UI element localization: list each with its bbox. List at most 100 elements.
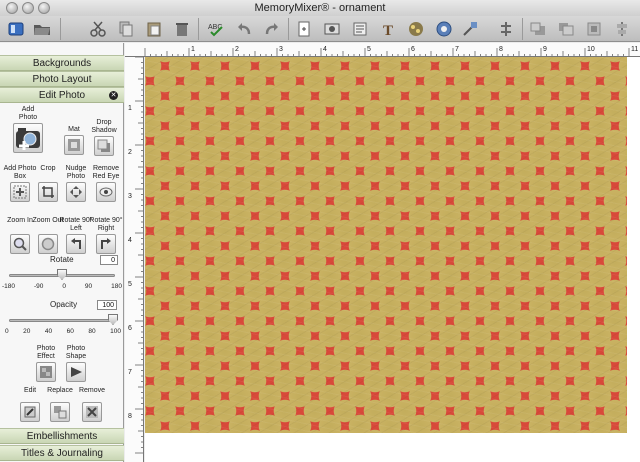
redo-icon[interactable]	[262, 19, 282, 39]
shape-icon	[66, 362, 86, 382]
tick-label: 60	[66, 328, 74, 335]
crop-icon	[38, 182, 58, 202]
add-box-icon	[10, 182, 30, 202]
tick-label: 80	[88, 328, 96, 335]
ruler-label: 4	[128, 237, 132, 244]
ruler-label: 3	[128, 193, 132, 200]
ruler-label: 7	[128, 369, 132, 376]
drop-shadow-label: Drop Shadow	[91, 119, 117, 134]
add-photo-label: Add Photo	[18, 106, 38, 121]
photo-shape-label: Photo Shape	[65, 345, 87, 360]
remove-red-eye-button[interactable]: Remove Red Eye	[88, 165, 124, 202]
close-window-button[interactable]	[6, 2, 18, 14]
tick-label: 40	[44, 328, 53, 335]
ruler-label: 5	[128, 281, 132, 288]
ruler-label: 8	[499, 46, 503, 53]
left-ruler: 1 2 3 4 5 6 7 8	[125, 57, 144, 462]
stamp-icon[interactable]	[434, 19, 454, 39]
sidebar-panel: Backgrounds Photo Layout Edit Photo ✕ Ad…	[0, 43, 124, 462]
remove-label: Remove	[78, 387, 106, 394]
zoom-in-icon	[10, 234, 30, 254]
section-photo-layout[interactable]: Photo Layout	[0, 71, 124, 87]
replace-button[interactable]: Replace	[42, 387, 78, 422]
new-page-icon[interactable]	[294, 19, 314, 39]
rotate-slider-thumb[interactable]	[57, 269, 67, 280]
ruler-label: 2	[235, 46, 239, 53]
add-photo-button[interactable]: Add Photo	[8, 106, 48, 153]
tick-label: 100	[110, 328, 121, 335]
photo-shape-button[interactable]: Photo Shape	[58, 345, 94, 382]
section-titles-journaling[interactable]: Titles & Journaling	[0, 445, 124, 461]
title-bar: MemoryMixer® - ornament	[0, 0, 640, 16]
tick-label: 0	[5, 328, 9, 335]
replace-label: Replace	[47, 387, 73, 394]
paint-icon[interactable]	[406, 19, 426, 39]
type-T-icon[interactable]: T	[378, 19, 398, 39]
ruler-label: 6	[128, 325, 132, 332]
remove-button[interactable]: Remove	[74, 387, 110, 422]
distribute-icon[interactable]	[496, 19, 516, 39]
drop-shadow-button[interactable]: Drop Shadow	[86, 119, 122, 156]
photo-icon[interactable]	[322, 19, 342, 39]
toolbar-separator	[522, 18, 523, 40]
send-back-icon[interactable]	[556, 19, 576, 39]
replace-icon	[50, 402, 70, 422]
eye-icon	[96, 182, 116, 202]
opacity-value-field[interactable]: 100	[97, 300, 117, 310]
ruler-label: 1	[191, 46, 195, 53]
section-label: Embellishments	[26, 431, 98, 442]
paper-texture	[145, 57, 627, 433]
toolbar-separator	[198, 18, 199, 40]
distribute-icon[interactable]	[612, 19, 632, 39]
section-edit-photo[interactable]: Edit Photo ✕	[0, 87, 124, 103]
rotate-left-icon	[66, 234, 86, 254]
opacity-slider-track[interactable]	[9, 319, 115, 322]
svg-text:T: T	[383, 23, 393, 37]
section-backgrounds[interactable]: Backgrounds	[0, 55, 124, 71]
close-section-icon[interactable]: ✕	[109, 91, 118, 100]
ruler-label: 7	[455, 46, 459, 53]
zoom-out-icon	[38, 234, 58, 254]
tick-label: -180	[2, 283, 16, 290]
rotate-label: Rotate	[50, 255, 74, 264]
delete-icon[interactable]	[172, 19, 192, 39]
window-title: MemoryMixer® - ornament	[254, 2, 386, 14]
polka-dot-background-paper[interactable]	[145, 57, 627, 433]
minimize-window-button[interactable]	[22, 2, 34, 14]
top-ruler: 1 2 3 4 5 6 7 8 9 10 11	[125, 43, 640, 57]
rotate-right-button[interactable]: Rotate 90° Right	[88, 217, 124, 254]
rotate-ticks: -180 -90 0 90 180	[2, 283, 122, 290]
bring-front-icon[interactable]	[528, 19, 548, 39]
drop-shadow-icon	[94, 136, 114, 156]
ruler-label: 2	[128, 149, 132, 156]
nudge-arrows-icon	[66, 182, 86, 202]
open-folder-icon[interactable]	[32, 19, 52, 39]
group-icon[interactable]	[584, 19, 604, 39]
ruler-label: 4	[323, 46, 327, 53]
opacity-slider-thumb[interactable]	[108, 314, 118, 325]
photo-effect-icon	[36, 362, 56, 382]
tick-label: 0	[62, 283, 66, 290]
toolbar-separator	[288, 18, 289, 40]
align-icon[interactable]	[460, 19, 480, 39]
remove-icon	[82, 402, 102, 422]
ruler-label: 8	[128, 413, 132, 420]
zoom-window-button[interactable]	[38, 2, 50, 14]
ruler-label: 3	[279, 46, 283, 53]
undo-icon[interactable]	[234, 19, 254, 39]
paste-icon[interactable]	[144, 19, 164, 39]
tick-label: -90	[33, 283, 44, 290]
remove-red-eye-label: Remove Red Eye	[92, 165, 120, 180]
section-label: Photo Layout	[32, 74, 92, 85]
section-embellishments[interactable]: Embellishments	[0, 428, 124, 444]
ruler-label: 6	[411, 46, 415, 53]
text-icon[interactable]	[350, 19, 370, 39]
ruler-label: 10	[587, 46, 595, 53]
rotate-right-icon	[96, 234, 116, 254]
rotate-value-field[interactable]: 0	[100, 255, 118, 265]
spellcheck-icon[interactable]: ABC	[206, 19, 226, 39]
sidebar-toggle-icon[interactable]	[6, 19, 26, 39]
opacity-label: Opacity	[50, 300, 78, 309]
cut-icon[interactable]	[88, 19, 108, 39]
copy-icon[interactable]	[116, 19, 136, 39]
